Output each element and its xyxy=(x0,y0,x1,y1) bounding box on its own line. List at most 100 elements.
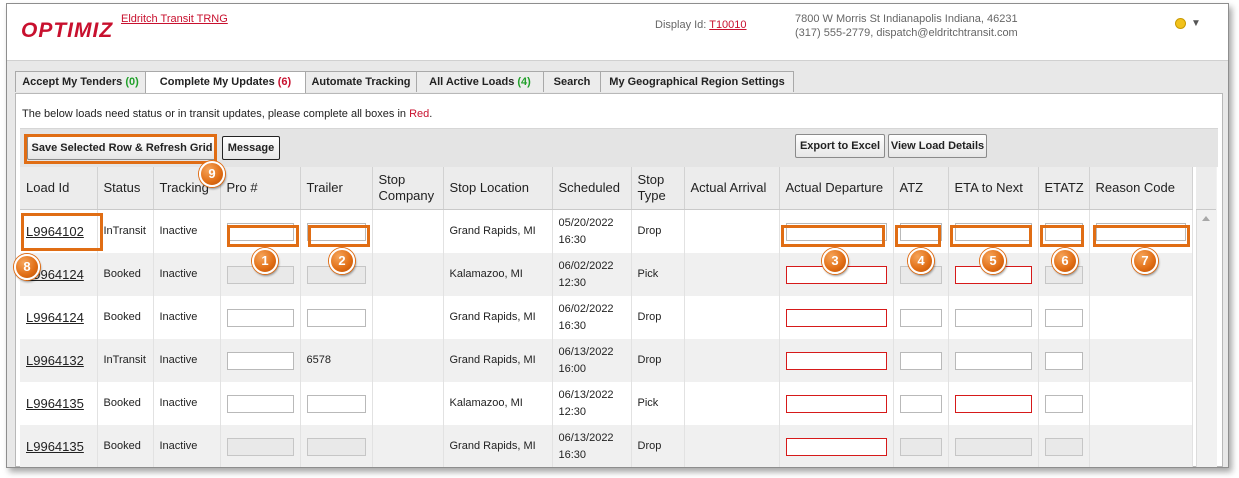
tracking-cell: Inactive xyxy=(153,382,221,425)
col-etatz[interactable]: ETATZ xyxy=(1038,167,1090,210)
load-id-link[interactable]: L9964124 xyxy=(26,310,84,325)
atz-input[interactable] xyxy=(899,351,942,370)
col-trailer[interactable]: Trailer xyxy=(300,167,373,210)
tracking-cell: Inactive xyxy=(153,425,221,467)
actual-arrival-cell xyxy=(684,339,780,382)
col-actual-arrival[interactable]: Actual Arrival xyxy=(684,167,780,210)
table-row[interactable]: L9964124 Booked Inactive Grand Rapids, M… xyxy=(20,296,1193,339)
col-stop-company[interactable]: Stop Company xyxy=(372,167,444,210)
reason-code-cell xyxy=(1089,339,1193,382)
updates-panel: The below loads need status or in transi… xyxy=(14,93,1223,467)
trailer-input[interactable] xyxy=(306,308,366,327)
user-menu[interactable]: ▼ xyxy=(1175,18,1201,29)
stop-type-cell: Drop xyxy=(631,425,685,467)
etatz-input[interactable] xyxy=(1044,351,1083,370)
load-id-link[interactable]: L9964135 xyxy=(26,439,84,454)
col-actual-departure[interactable]: Actual Departure xyxy=(779,167,894,210)
tab-geographical-region-settings[interactable]: My Geographical Region Settings xyxy=(600,71,794,92)
grid-header-row: Load Id Status Tracking Pro # Trailer St… xyxy=(20,167,1193,210)
scheduled-cell: 06/13/2022 16:00 xyxy=(552,339,632,382)
callout-badge-7: 7 xyxy=(1132,248,1158,274)
instructions-note: The below loads need status or in transi… xyxy=(22,108,432,120)
actual-departure-input[interactable] xyxy=(785,308,887,327)
etatz-input[interactable] xyxy=(1044,394,1083,413)
chevron-down-icon: ▼ xyxy=(1191,18,1201,30)
scheduled-cell: 06/02/2022 16:30 xyxy=(552,296,632,339)
callout-badge-4: 4 xyxy=(908,248,934,274)
tab-automate-tracking[interactable]: Automate Tracking xyxy=(305,71,417,92)
tab-complete-my-updates[interactable]: Complete My Updates (6) xyxy=(145,71,306,94)
tab-label: Accept My Tenders xyxy=(22,76,123,88)
scheduled-date: 06/13/2022 xyxy=(558,388,614,401)
trailer-input[interactable] xyxy=(306,394,366,413)
callout-box-pro-number xyxy=(227,225,299,247)
callout-box-eta-to-next xyxy=(950,225,1032,247)
display-id-link[interactable]: T10010 xyxy=(709,19,746,31)
col-scheduled[interactable]: Scheduled xyxy=(552,167,632,210)
eta-to-next-input[interactable] xyxy=(954,308,1032,327)
col-stop-location[interactable]: Stop Location xyxy=(443,167,553,210)
actual-departure-input[interactable] xyxy=(785,437,887,456)
scheduled-date: 06/02/2022 xyxy=(558,302,614,315)
col-status[interactable]: Status xyxy=(97,167,154,210)
pro-number-input[interactable] xyxy=(226,394,294,413)
scheduled-date: 05/20/2022 xyxy=(558,216,614,229)
col-load-id[interactable]: Load Id xyxy=(20,167,98,210)
trailer-input[interactable] xyxy=(306,437,366,456)
etatz-input[interactable] xyxy=(1044,437,1083,456)
col-atz[interactable]: ATZ xyxy=(893,167,949,210)
table-row[interactable]: L9964132 InTransit Inactive 6578 Grand R… xyxy=(20,339,1193,382)
company-link[interactable]: Eldritch Transit TRNG xyxy=(121,13,228,25)
stop-company-cell xyxy=(372,382,444,425)
scheduled-time: 16:30 xyxy=(558,319,587,332)
actual-arrival-cell xyxy=(684,296,780,339)
display-id: Display Id: T10010 xyxy=(655,19,747,31)
tab-all-active-loads[interactable]: All Active Loads (4) xyxy=(416,71,544,92)
table-row[interactable]: L9964124 Booked Inactive Kalamazoo, MI 0… xyxy=(20,253,1193,296)
atz-input[interactable] xyxy=(899,308,942,327)
address-line-1: 7800 W Morris St Indianapolis Indiana, 4… xyxy=(795,13,1018,25)
eta-to-next-input[interactable] xyxy=(954,394,1032,413)
trailer-cell: 6578 xyxy=(300,339,373,382)
message-button[interactable]: Message xyxy=(222,136,280,160)
grid-scrollbar[interactable] xyxy=(1196,167,1217,467)
note-end: . xyxy=(429,108,433,120)
pro-number-input[interactable] xyxy=(226,437,294,456)
atz-input[interactable] xyxy=(899,437,942,456)
stop-company-cell xyxy=(372,339,444,382)
export-to-excel-button[interactable]: Export to Excel xyxy=(795,134,885,158)
actual-departure-input[interactable] xyxy=(785,351,887,370)
display-id-label: Display Id: xyxy=(655,19,710,31)
atz-input[interactable] xyxy=(899,394,942,413)
load-id-link[interactable]: L9964135 xyxy=(26,396,84,411)
pro-number-input[interactable] xyxy=(226,308,294,327)
view-load-details-button[interactable]: View Load Details xyxy=(888,134,987,158)
status-cell: Booked xyxy=(97,382,154,425)
eta-to-next-input[interactable] xyxy=(954,437,1032,456)
callout-box-actual-departure xyxy=(781,225,885,247)
tab-label: Automate Tracking xyxy=(311,76,411,88)
status-cell: Booked xyxy=(97,296,154,339)
scheduled-date: 06/02/2022 xyxy=(558,259,614,272)
table-row[interactable]: L9964135 Booked Inactive Kalamazoo, MI 0… xyxy=(20,382,1193,425)
eta-to-next-input[interactable] xyxy=(954,351,1032,370)
col-stop-type[interactable]: Stop Type xyxy=(631,167,685,210)
stop-company-cell xyxy=(372,209,444,253)
etatz-input[interactable] xyxy=(1044,308,1083,327)
tab-count: (6) xyxy=(277,76,292,88)
load-id-link[interactable]: L9964132 xyxy=(26,353,84,368)
scroll-up-icon[interactable] xyxy=(1202,216,1210,221)
callout-box-trailer xyxy=(308,225,370,247)
actual-departure-input[interactable] xyxy=(785,394,887,413)
tab-accept-my-tenders[interactable]: Accept My Tenders (0) xyxy=(15,71,146,92)
table-row[interactable]: L9964135 Booked Inactive Grand Rapids, M… xyxy=(20,425,1193,467)
scheduled-time: 12:30 xyxy=(558,276,587,289)
tab-label: All Active Loads xyxy=(429,76,515,88)
col-eta-to-next[interactable]: ETA to Next xyxy=(948,167,1039,210)
pro-number-input[interactable] xyxy=(226,351,294,370)
tab-search[interactable]: Search xyxy=(543,71,601,92)
tracking-cell: Inactive xyxy=(153,253,221,296)
stop-location-cell: Grand Rapids, MI xyxy=(443,339,553,382)
col-pro-number[interactable]: Pro # xyxy=(220,167,301,210)
col-reason-code[interactable]: Reason Code xyxy=(1089,167,1193,210)
